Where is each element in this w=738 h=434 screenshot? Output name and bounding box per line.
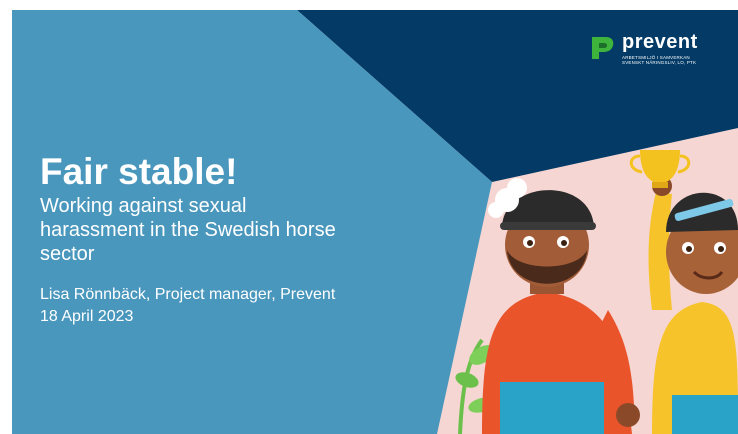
slide-meta: Lisa Rönnbäck, Project manager, Prevent … [40,284,460,328]
slide-subtitle: Working against sexual harassment in the… [40,194,460,266]
logo-tagline: ARBETSMILJÖ I SAMVERKAN SVENSKT NÄRINGSL… [622,55,716,65]
logo-tagline-line: SVENSKT NÄRINGSLIV, LO, PTK [622,60,697,65]
subtitle-line: sector [40,243,95,265]
prevent-logo: prevent ARBETSMILJÖ I SAMVERKAN SVENSKT … [590,31,716,69]
slide-text: Fair stable! Working against sexual hara… [40,150,460,328]
title-slide: prevent ARBETSMILJÖ I SAMVERKAN SVENSKT … [12,10,738,434]
subtitle-line: harassment in the Swedish horse [40,219,336,241]
logo-wordmark: prevent [622,31,698,53]
presenter-line: Lisa Rönnbäck, Project manager, Prevent [40,286,336,303]
date-line: 18 April 2023 [40,308,134,325]
prevent-logo-mark-icon [592,37,614,59]
subtitle-line: Working against sexual [40,195,247,217]
slide-title: Fair stable! [40,151,238,192]
